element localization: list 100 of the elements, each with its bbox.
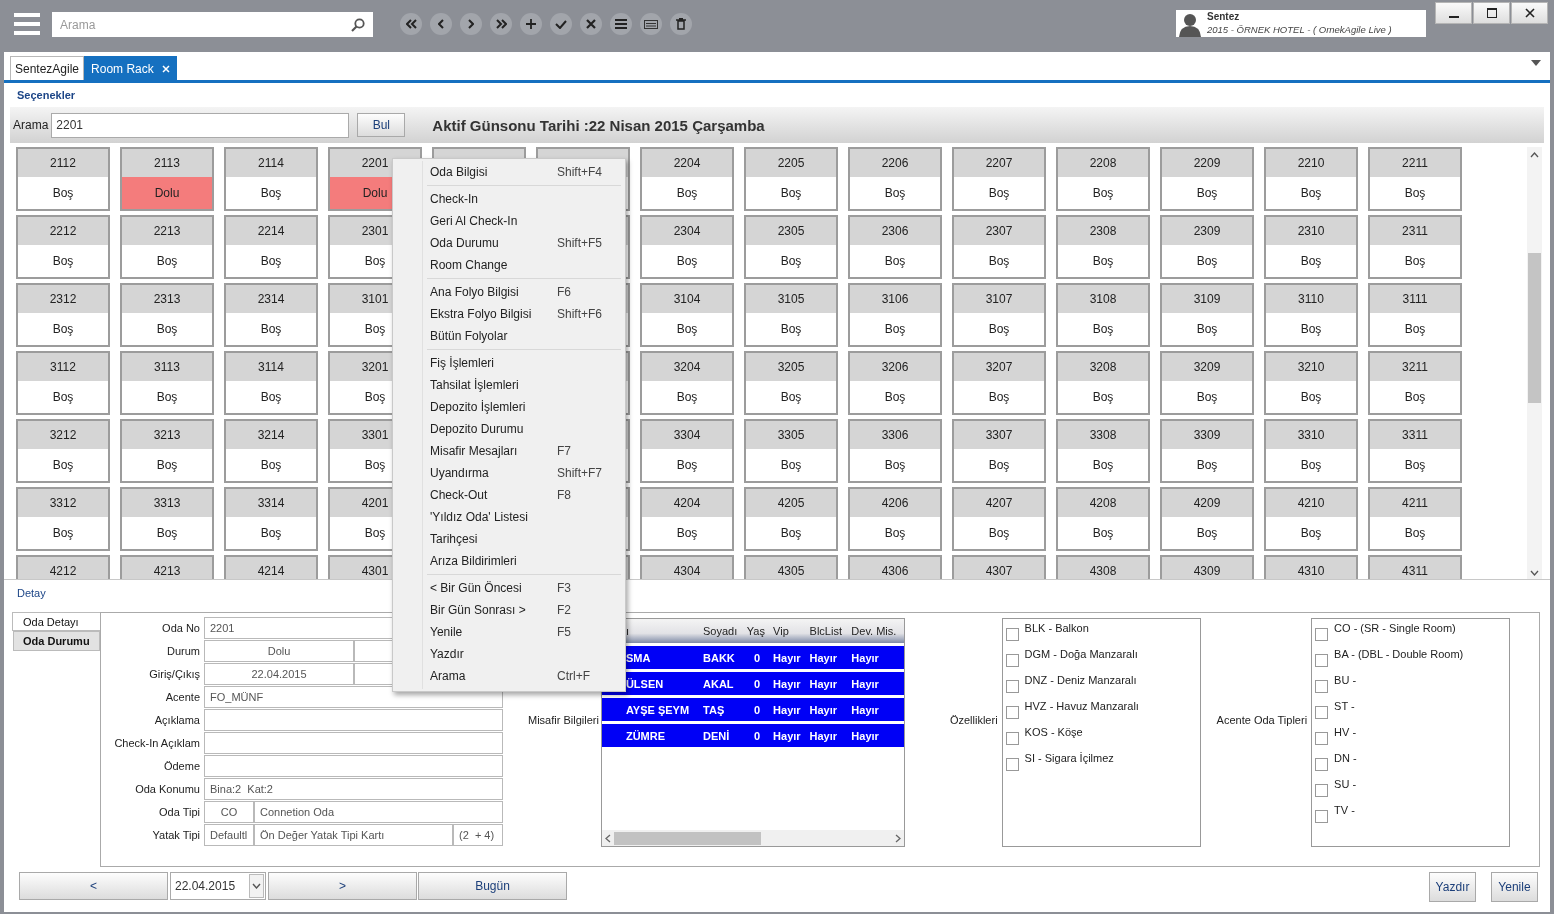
- room-card[interactable]: 4305: [744, 555, 838, 579]
- room-card[interactable]: 4212: [16, 555, 110, 579]
- room-card[interactable]: 4207 Boş: [952, 487, 1046, 551]
- checkbox[interactable]: [1005, 654, 1019, 667]
- room-card[interactable]: 3113 Boş: [120, 351, 214, 415]
- room-card[interactable]: 3212 Boş: [16, 419, 110, 483]
- room-card[interactable]: 4204 Boş: [640, 487, 734, 551]
- room-card[interactable]: 2306 Boş: [848, 215, 942, 279]
- input-field[interactable]: CO: [204, 801, 254, 823]
- next-button[interactable]: [460, 13, 482, 35]
- room-card[interactable]: 3112 Boş: [16, 351, 110, 415]
- tab[interactable]: SentezAgile: [10, 56, 85, 80]
- input-field[interactable]: Defaultl: [204, 824, 254, 846]
- room-card[interactable]: 2205 Boş: [744, 147, 838, 211]
- next-day-button[interactable]: >: [268, 872, 417, 900]
- room-card[interactable]: 2112 Boş: [16, 147, 110, 211]
- input-field[interactable]: Bina:2 Kat:2: [204, 778, 503, 800]
- room-card[interactable]: 4205 Boş: [744, 487, 838, 551]
- room-card[interactable]: 3109 Boş: [1160, 283, 1254, 347]
- room-card[interactable]: 3108 Boş: [1056, 283, 1150, 347]
- room-card[interactable]: 2308 Boş: [1056, 215, 1150, 279]
- room-card[interactable]: 2310 Boş: [1264, 215, 1358, 279]
- column-header[interactable]: Vip: [770, 619, 807, 643]
- room-card[interactable]: 3307 Boş: [952, 419, 1046, 483]
- checkbox[interactable]: [1315, 784, 1329, 797]
- horizontal-scrollbar[interactable]: [601, 830, 904, 846]
- room-card[interactable]: 3114 Boş: [224, 351, 318, 415]
- room-card[interactable]: 2210 Boş: [1264, 147, 1358, 211]
- room-card[interactable]: 3311 Boş: [1368, 419, 1462, 483]
- room-card[interactable]: 4206 Boş: [848, 487, 942, 551]
- tab[interactable]: Room Rack: [84, 56, 177, 80]
- room-card[interactable]: 3104 Boş: [640, 283, 734, 347]
- column-header[interactable]: BlcList: [806, 619, 849, 643]
- room-card[interactable]: 4210 Boş: [1264, 487, 1358, 551]
- room-card[interactable]: 3207 Boş: [952, 351, 1046, 415]
- room-card[interactable]: 4307: [952, 555, 1046, 579]
- checkbox[interactable]: [1005, 680, 1019, 693]
- room-card[interactable]: 3210 Boş: [1264, 351, 1358, 415]
- checkbox[interactable]: [1315, 654, 1329, 667]
- save-button[interactable]: [550, 13, 572, 35]
- room-card[interactable]: 3306 Boş: [848, 419, 942, 483]
- room-card[interactable]: 2313 Boş: [120, 283, 214, 347]
- room-card[interactable]: 3213 Boş: [120, 419, 214, 483]
- room-card[interactable]: 4214: [224, 555, 318, 579]
- room-card[interactable]: 2204 Boş: [640, 147, 734, 211]
- scrollbar[interactable]: [1527, 147, 1542, 579]
- room-card[interactable]: 3308 Boş: [1056, 419, 1150, 483]
- room-card[interactable]: 2305 Boş: [744, 215, 838, 279]
- room-card[interactable]: 3310 Boş: [1264, 419, 1358, 483]
- checkbox[interactable]: [1315, 810, 1329, 823]
- print-button[interactable]: Yazdır: [1429, 872, 1476, 902]
- input-field[interactable]: [204, 755, 503, 777]
- checkbox[interactable]: [1315, 732, 1329, 745]
- room-card[interactable]: 3312 Boş: [16, 487, 110, 551]
- checkbox[interactable]: [1315, 758, 1329, 771]
- column-header[interactable]: Soyadı: [700, 619, 744, 643]
- menu-item[interactable]: < Bir Gün Öncesi F3: [395, 577, 623, 599]
- checkbox[interactable]: [1005, 732, 1019, 745]
- checkbox[interactable]: [1315, 628, 1329, 641]
- room-card[interactable]: 3313 Boş: [120, 487, 214, 551]
- input-field[interactable]: (2 + 4): [453, 824, 503, 846]
- room-card[interactable]: 2212 Boş: [16, 215, 110, 279]
- room-card[interactable]: 4209 Boş: [1160, 487, 1254, 551]
- checkbox[interactable]: [1315, 680, 1329, 693]
- room-card[interactable]: 2113 Dolu: [120, 147, 214, 211]
- today-button[interactable]: Bugün: [418, 872, 567, 900]
- column-header[interactable]: Dev. Mis.: [848, 619, 904, 643]
- side-tab[interactable]: Oda Detayı: [12, 612, 100, 631]
- room-card[interactable]: 2211 Boş: [1368, 147, 1462, 211]
- room-card[interactable]: 3304 Boş: [640, 419, 734, 483]
- keyboard-button[interactable]: [640, 13, 662, 35]
- checkbox[interactable]: [1005, 706, 1019, 719]
- list-button[interactable]: [610, 13, 632, 35]
- first-button[interactable]: [400, 13, 422, 35]
- refresh-button[interactable]: Yenile: [1491, 872, 1538, 902]
- room-card[interactable]: 4309: [1160, 555, 1254, 579]
- checkbox[interactable]: [1005, 628, 1019, 641]
- room-card[interactable]: 2208 Boş: [1056, 147, 1150, 211]
- column-header[interactable]: Yaş: [743, 619, 771, 643]
- room-card[interactable]: 3208 Boş: [1056, 351, 1150, 415]
- delete-button[interactable]: [670, 13, 692, 35]
- room-card[interactable]: 3211 Boş: [1368, 351, 1462, 415]
- checkbox[interactable]: [1315, 706, 1329, 719]
- room-card[interactable]: 2307 Boş: [952, 215, 1046, 279]
- room-card[interactable]: 3209 Boş: [1160, 351, 1254, 415]
- previous-day-button[interactable]: <: [19, 872, 168, 900]
- room-card[interactable]: 4310: [1264, 555, 1358, 579]
- room-card[interactable]: 2114 Boş: [224, 147, 318, 211]
- room-card[interactable]: 2206 Boş: [848, 147, 942, 211]
- room-card[interactable]: 3105 Boş: [744, 283, 838, 347]
- room-card[interactable]: 3106 Boş: [848, 283, 942, 347]
- close-button[interactable]: [1511, 2, 1548, 24]
- input-field[interactable]: 22.04.2015: [204, 663, 354, 685]
- room-card[interactable]: 4306: [848, 555, 942, 579]
- last-button[interactable]: [490, 13, 512, 35]
- dropdown-button[interactable]: [249, 874, 264, 898]
- room-card[interactable]: 3107 Boş: [952, 283, 1046, 347]
- options-link[interactable]: Seçenekler: [17, 89, 76, 101]
- room-card[interactable]: 3214 Boş: [224, 419, 318, 483]
- menu-item[interactable]: Arıza Bildirimleri: [395, 550, 623, 572]
